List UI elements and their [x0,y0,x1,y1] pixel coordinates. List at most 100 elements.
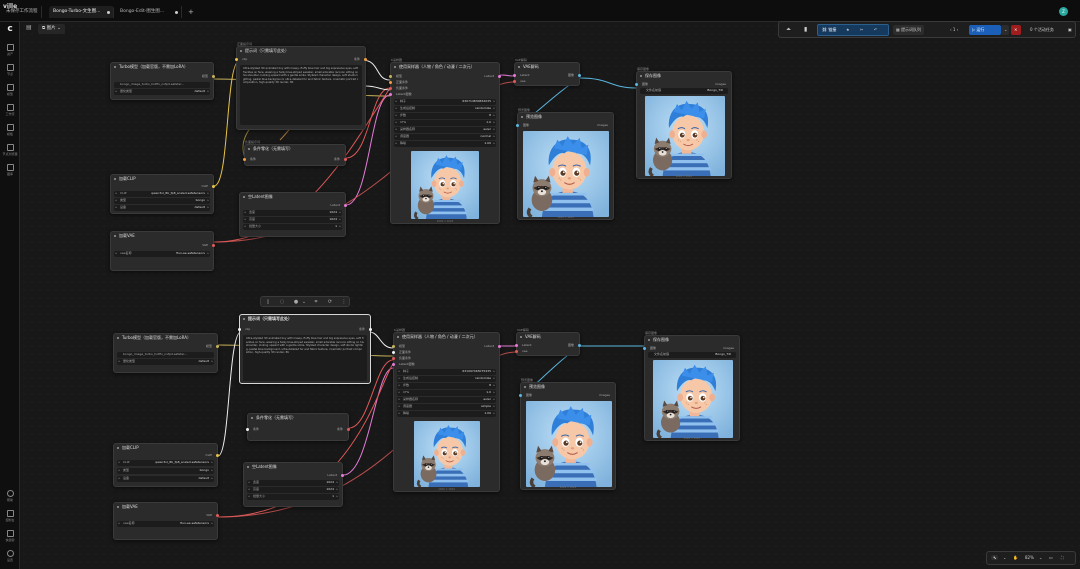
steps-input[interactable]: 步数8 [394,113,496,119]
chevron-down-icon[interactable]: ⌄ [1039,555,1042,560]
images-input-port[interactable] [643,347,646,350]
weight-dtype-select[interactable]: 量化类型default [114,89,210,95]
sidebar-item-help[interactable]: 帮助 [0,490,20,502]
control-after-generate-select[interactable]: 生成后控制randomize [397,376,496,382]
tab-bongo-edit[interactable]: Bongo-Edit-图生图... [116,6,182,18]
cfg-input[interactable]: CFG1.0 [397,390,496,396]
panel-right-icon[interactable]: ▣ [1065,25,1075,35]
hand-mode-icon[interactable]: ✋ [1013,555,1018,560]
save-image-node[interactable]: 保存图像 保存图像 图像 images 文件名前缀 Bongo_T2I 1024 ×… [643,331,740,441]
vae-loader-node[interactable]: 加载VAE VAE vae名称flux-ae.safetensors [113,502,219,540]
vae-input-port[interactable] [515,350,518,353]
positive-prompt-node[interactable]: 正面提示词 提示词（只需填写此处） clip 条件 Ultra-stylized … [235,42,367,130]
seed-input[interactable]: 种子630714830652035 [394,99,496,105]
prompt-textarea[interactable]: Ultra-stylized 3D animated boy with mess… [240,65,362,125]
conditioning-output-port[interactable] [344,158,347,161]
vae-name-select[interactable]: vae名称flux-ae.safetensors [114,251,210,257]
fullscreen-icon[interactable]: ⛶ [1061,555,1064,560]
prompt-textarea[interactable]: Ultra-stylized 3D animated boy with mess… [243,335,367,381]
latent-input-port[interactable] [389,93,392,96]
clip-name-select[interactable]: CLIPqwen3vl_8b_fp8_scaled.safetensors [117,460,214,466]
conditioning-output-port[interactable] [347,428,350,431]
steps-input[interactable]: 步数8 [397,383,496,389]
vae-output-port[interactable] [216,514,219,517]
cancel-run-button[interactable]: ✕ [1011,25,1021,35]
mask-icon[interactable]: ⏶ [783,25,795,35]
sidebar-item-nodes[interactable]: 节点 [0,64,20,76]
color-icon[interactable]: ● [293,299,299,305]
negative-input-port[interactable] [389,87,392,90]
frame-icon[interactable]: ⌗ [313,299,319,305]
height-input[interactable]: 高度1024 [247,487,339,493]
star-icon[interactable]: ★ [843,25,853,35]
minimap-icon[interactable]: ▭ [1049,555,1053,560]
vae-input-port[interactable] [513,80,516,83]
conditioning-input-port[interactable] [243,158,246,161]
app-menu-icon[interactable]: c [0,24,20,34]
clip-loader-node[interactable]: 加载CLIP CLIP CLIPqwen3vl_8b_fp8_scaled.sa… [110,174,215,214]
sidebar-item-models[interactable]: 模型 [0,84,20,96]
vae-loader-node[interactable]: 加载VAE VAE vae名称flux-ae.safetensors [110,231,215,271]
clip-input-port[interactable] [235,58,238,61]
width-input[interactable]: 宽度1024 [247,480,339,486]
info-icon[interactable]: ▯ [265,299,271,305]
seed-input[interactable]: 种子631097463075435 [397,369,496,375]
batch-size-input[interactable]: 批量大小1 [243,224,342,230]
vae-decode-node[interactable]: VAE解码 VAE解码 Latent 图像 vae [515,328,581,356]
negative-input-port[interactable] [392,357,395,360]
tab-bongo-turbo[interactable]: Bongo-Turbo-文生图... [49,6,114,18]
more-icon[interactable]: ⋮ [341,299,347,305]
sidebar-item-node-browser[interactable]: 节点浏览器 [0,144,20,156]
bookmark-icon[interactable]: ▮ [801,25,811,35]
zoom-level[interactable]: 82% [1025,555,1034,560]
conditioning-zero-out-node[interactable]: 条件零化（无需填写） 条件 条件 [246,413,350,441]
model-input-port[interactable] [389,75,392,78]
chevron-down-icon[interactable]: ⌄ [301,299,307,305]
empty-latent-node[interactable]: 空Latent图像 Latent 宽度1024 高度1024 批量大小1 [239,192,347,237]
bypass-icon[interactable]: ◌ [279,299,285,305]
ksampler-node[interactable]: K采样器 使用采样器（人物 / 角色 / 动漫 / 二次元） 模型 Latent … [392,328,501,492]
queue-count-input[interactable]: ‹ 1 › [947,25,961,35]
positive-prompt-node[interactable]: 提示词（只需填写此处） clip 条件 Ultra-stylized 3D ani… [238,314,372,384]
empty-latent-node[interactable]: 空Latent图像 Latent 宽度1024 高度1024 批量大小1 [243,462,344,507]
sidebar-item-assets[interactable]: 资产 [0,44,20,56]
preview-image-node[interactable]: 预览图像 预览图像 图像 images 1024 × 1024 [519,378,616,490]
sidebar-item-settings[interactable]: 设置 [0,550,20,562]
latent-output-port[interactable] [498,75,501,78]
clip-type-select[interactable]: 类型bongo [114,198,210,204]
panel-toggle-icon[interactable]: ▤ [26,24,34,34]
vae-decode-node[interactable]: VAE解码 VAE解码 Latent 图像 vae [513,58,581,86]
turbo-model-loader-node[interactable]: Turbo模型（加载官版，不需加LoRA） 模型 bongo_image_tur… [110,62,215,100]
samples-input-port[interactable] [513,74,516,77]
image-output-port[interactable] [578,74,581,77]
conditioning-output-port[interactable] [369,328,372,331]
sampler-name-select[interactable]: 采样器名称euler [397,397,496,403]
ksampler-node[interactable]: K采样器 使用采样器（人物 / 角色 / 动漫 / 二次元） 模型 Latent … [389,58,501,224]
batch-size-input[interactable]: 批量大小1 [247,494,339,500]
positive-input-port[interactable] [389,81,392,84]
preview-image-node[interactable]: 预览图像 预览图像 图像 images 1024 × 1024 [516,108,614,220]
clip-loader-node[interactable]: 加载CLIP CLIP CLIPqwen3vl_8b_fp8_scaled.sa… [113,443,219,487]
conditioning-input-port[interactable] [246,428,249,431]
convert-icon[interactable]: ⟳ [327,299,333,305]
clip-output-port[interactable] [212,185,215,188]
chevron-down-icon[interactable]: ⌄ [1003,555,1006,560]
model-input-port[interactable] [392,345,395,348]
image-output-port[interactable] [578,344,581,347]
images-input-port[interactable] [516,124,519,127]
cut-icon[interactable]: ✂ [857,25,866,35]
conditioning-output-port[interactable] [364,58,367,61]
model-output-port[interactable] [212,75,215,78]
latent-output-port[interactable] [344,204,347,207]
scheduler-select[interactable]: 调度器simple [397,404,496,410]
workflow-chip[interactable]: ⧉ 图片 ⌄ [38,24,65,34]
vae-name-select[interactable]: vae名称flux-ae.safetensors [117,521,214,527]
sidebar-item-keyboard[interactable]: 快捷键 [0,530,20,542]
filename-prefix-input[interactable]: 文件名前缀 Bongo_T2I [640,88,728,94]
unet-name-select[interactable]: bongo_image_turbo_hotfix_nvfp4.safeter..… [117,352,214,358]
latent-output-port[interactable] [498,345,501,348]
clip-type-select[interactable]: 类型bongo [117,468,214,474]
width-input[interactable]: 宽度1024 [243,210,342,216]
filename-prefix-input[interactable]: 文件名前缀 Bongo_T2I [648,352,736,358]
clip-input-port[interactable] [238,328,241,331]
